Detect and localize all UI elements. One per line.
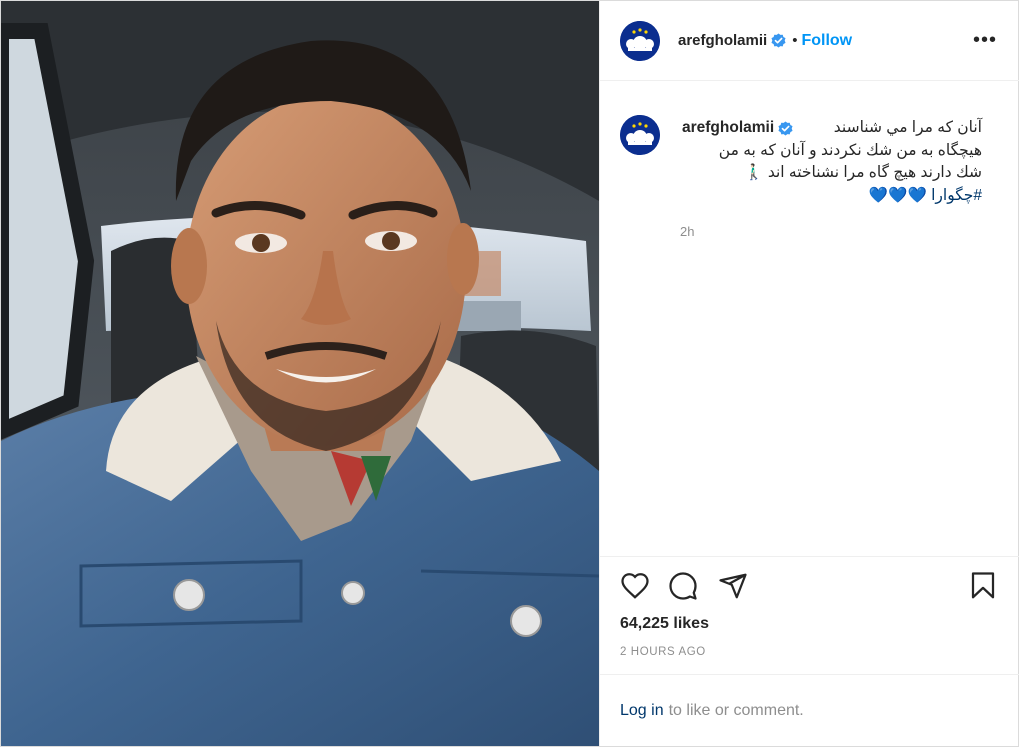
avatar[interactable]	[620, 20, 660, 61]
caption-line-3: شك دارند هیچ گاه مرا نشناخته اند 🚶🏻‍♂️	[744, 164, 982, 181]
caption-line-4: #چگوارا 💙💙💙	[682, 185, 982, 208]
post-photo[interactable]	[1, 1, 599, 746]
post-dialog: arefgholamii • Follow ••• arefgholamii آ…	[0, 0, 1019, 747]
likes-count[interactable]: 64,225 likes	[620, 615, 709, 633]
header-username[interactable]: arefgholamii	[678, 32, 767, 49]
hashtag-link[interactable]: #چگوارا	[931, 187, 982, 204]
comment-username[interactable]: arefgholamii	[682, 117, 774, 139]
more-options-icon[interactable]: •••	[973, 30, 997, 50]
login-prompt: Log in to like or comment.	[600, 674, 1019, 746]
post-side-panel: arefgholamii • Follow ••• arefgholamii آ…	[599, 1, 1019, 746]
caption-comment: arefgholamii آنان که مرا مي شناسند هیچگا…	[620, 115, 1000, 207]
comment-icon[interactable]	[668, 571, 698, 601]
header-separator: •	[792, 32, 798, 49]
blue-hearts: 💙💙💙	[868, 186, 927, 204]
verified-badge-icon	[771, 33, 786, 48]
login-prompt-text: to like or comment.	[668, 701, 804, 719]
selfie-image	[1, 1, 599, 746]
login-link[interactable]: Log in	[620, 702, 664, 720]
heart-icon[interactable]	[620, 571, 650, 601]
follow-button[interactable]: Follow	[801, 32, 852, 50]
share-icon[interactable]	[718, 571, 748, 601]
club-logo-icon	[620, 20, 660, 61]
club-logo-icon	[620, 115, 660, 155]
caption-line-2: هیچگاه به من شك نكردند و آنان که به من	[718, 141, 982, 159]
comment-avatar[interactable]	[620, 115, 660, 155]
action-bar	[600, 556, 1019, 616]
post-header: arefgholamii • Follow •••	[600, 1, 1019, 81]
bookmark-icon[interactable]	[968, 571, 998, 601]
caption-line-1: آنان که مرا مي شناسند	[833, 119, 982, 136]
post-timestamp[interactable]: 2 HOURS AGO	[620, 646, 706, 658]
verified-badge-icon	[778, 121, 793, 136]
comment-time: 2h	[680, 224, 695, 239]
comment-body: arefgholamii آنان که مرا مي شناسند هیچگا…	[682, 117, 982, 207]
